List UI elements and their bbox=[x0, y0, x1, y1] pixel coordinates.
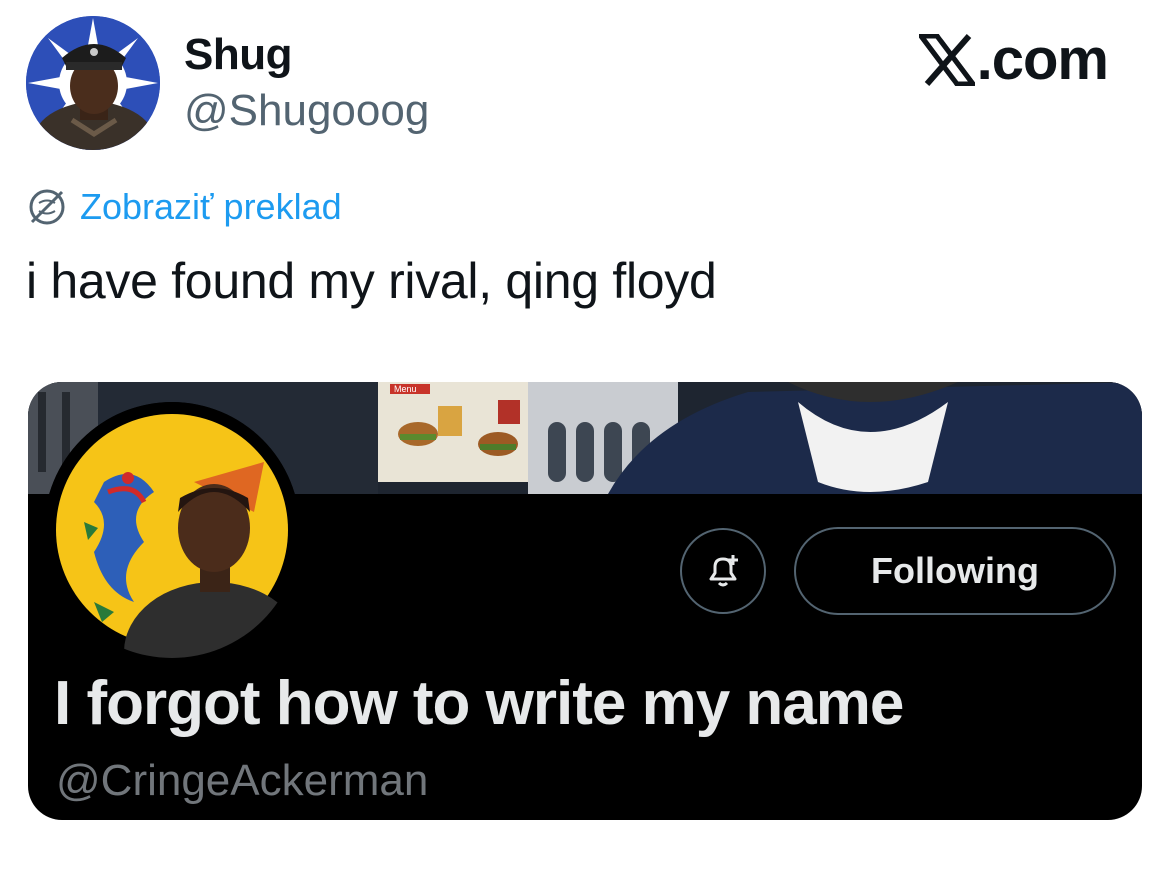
author-display-name[interactable]: Shug bbox=[184, 30, 292, 80]
tweet-text: i have found my rival, qing floyd bbox=[26, 253, 717, 309]
translate-label[interactable]: Zobraziť preklad bbox=[80, 186, 342, 228]
banner-sign-text: Menu bbox=[394, 384, 417, 394]
profile-card: Menu Following I forgot how to write my … bbox=[28, 382, 1142, 820]
author-avatar-image bbox=[26, 16, 160, 150]
globe-icon bbox=[29, 189, 65, 225]
card-handle[interactable]: @CringeAckerman bbox=[56, 756, 428, 806]
card-display-name[interactable]: I forgot how to write my name bbox=[54, 668, 904, 739]
card-avatar[interactable] bbox=[44, 402, 300, 658]
notify-button[interactable] bbox=[680, 528, 766, 614]
site-logo: .com bbox=[918, 26, 1109, 93]
following-button[interactable]: Following bbox=[794, 527, 1116, 615]
card-avatar-image bbox=[44, 402, 300, 658]
translate-link[interactable]: Zobraziť preklad bbox=[26, 186, 342, 228]
bell-plus-icon bbox=[709, 555, 738, 587]
x-logo-icon bbox=[918, 33, 975, 86]
site-logo-text: .com bbox=[976, 27, 1109, 92]
author-avatar[interactable] bbox=[26, 16, 160, 150]
author-handle[interactable]: @Shugooog bbox=[184, 86, 429, 136]
